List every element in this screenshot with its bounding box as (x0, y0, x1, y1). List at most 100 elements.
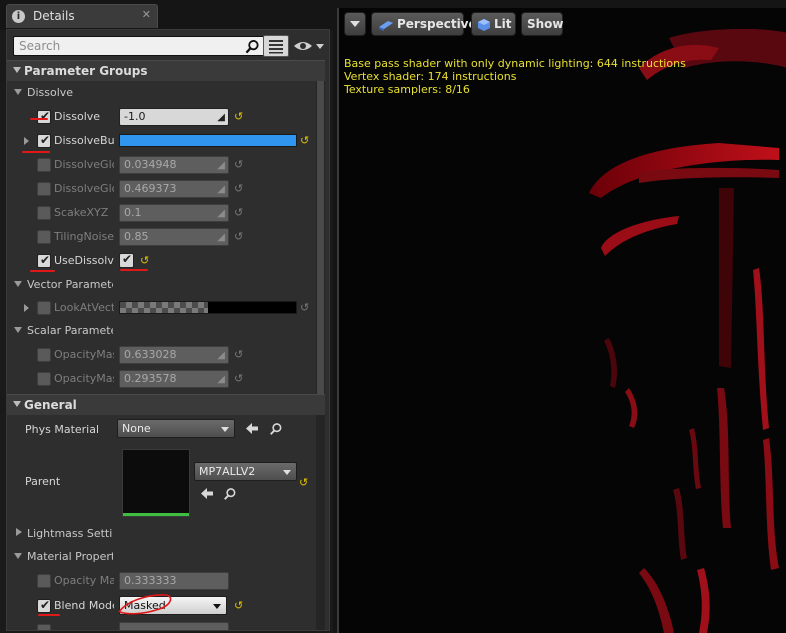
lit-button[interactable]: Lit (471, 12, 516, 36)
parent-dropdown[interactable]: MP7ALLV2 (194, 462, 297, 481)
reset-to-default-icon[interactable]: ↺ (140, 254, 149, 267)
expand-arrow-icon[interactable] (24, 137, 29, 145)
annotation-underline (30, 270, 55, 272)
category-parameter-groups[interactable]: Parameter Groups (7, 60, 325, 81)
drag-handle-icon[interactable]: ◢ (217, 350, 225, 361)
category-general[interactable]: General (7, 394, 325, 415)
group-vector-parameters[interactable]: Vector Paramete (7, 273, 312, 296)
override-checkbox[interactable] (37, 206, 51, 220)
param-value-field[interactable]: 0.034948 ◢ (119, 156, 229, 174)
close-icon[interactable]: ✕ (142, 8, 151, 21)
mesh-preview (589, 28, 786, 633)
param-row-tiling-noise: TilingNoise 0.85 ◢ ↺ (7, 225, 312, 249)
param-value: -1.0 (124, 110, 146, 123)
browse-search-icon[interactable] (269, 422, 283, 436)
param-value-field[interactable]: 0.469373 ◢ (119, 180, 229, 198)
param-value-field[interactable]: -1.0 ◢ (119, 108, 229, 126)
perspective-button[interactable]: Perspective (371, 12, 477, 36)
param-value-field[interactable]: 0.293578 ◢ (119, 370, 229, 388)
drag-handle-icon[interactable]: ◢ (217, 374, 225, 385)
param-value-field[interactable] (119, 622, 229, 630)
browse-search-icon[interactable] (223, 487, 237, 501)
shader-stats-line: Vertex shader: 174 instructions (344, 70, 517, 83)
group-lightmass-settings[interactable]: Lightmass Settin (7, 522, 312, 545)
reset-to-default-icon[interactable]: ↺ (299, 476, 308, 489)
param-label: Opacity Ma (54, 574, 114, 587)
category-label: General (24, 398, 77, 412)
reset-to-default-icon[interactable]: ↺ (234, 110, 243, 123)
param-value-field[interactable]: 0.85 ◢ (119, 228, 229, 246)
reset-to-default-icon[interactable]: ↺ (234, 230, 243, 243)
details-scrollbar[interactable] (316, 62, 325, 630)
group-label: Dissolve (27, 86, 74, 99)
drag-handle-icon[interactable]: ◢ (217, 160, 225, 171)
param-row-opacity-mask-2: OpacityMas 0.293578 ◢ ↺ (7, 367, 312, 391)
shader-stats-line: Base pass shader with only dynamic light… (344, 57, 686, 70)
override-checkbox[interactable]: ✔ (37, 133, 51, 148)
search-input[interactable] (14, 37, 240, 55)
viewport[interactable]: Perspective Lit Show Base pass shader wi… (337, 8, 786, 633)
param-value-checkbox[interactable]: ✔ (119, 252, 134, 268)
reset-to-default-icon[interactable]: ↺ (234, 182, 243, 195)
expand-arrow-icon[interactable] (24, 304, 29, 312)
param-value-field[interactable]: 0.1 ◢ (119, 204, 229, 222)
param-value-field[interactable]: 0.333333 (119, 572, 229, 590)
color-swatch[interactable] (119, 134, 297, 147)
drag-handle-icon[interactable]: ◢ (217, 112, 225, 123)
use-selected-arrow-icon[interactable] (245, 422, 259, 435)
drag-handle-icon[interactable]: ◢ (217, 208, 225, 219)
collapse-arrow-icon (13, 67, 21, 73)
group-material-properties[interactable]: Material Propert (7, 545, 312, 568)
show-button[interactable]: Show (521, 12, 564, 36)
param-value: 0.85 (124, 230, 149, 243)
group-label: Lightmass Settin (27, 527, 113, 540)
override-checkbox[interactable] (37, 574, 51, 588)
reset-to-default-icon[interactable]: ↺ (300, 301, 309, 314)
annotation-underline (30, 118, 48, 120)
chevron-down-icon (283, 470, 291, 475)
group-scalar-parameters[interactable]: Scalar Paramete (7, 319, 312, 342)
collapse-arrow-icon (14, 89, 22, 95)
drag-handle-icon[interactable]: ◢ (217, 232, 225, 243)
phys-material-dropdown[interactable]: None (117, 419, 235, 438)
group-label: Material Propert (27, 550, 113, 563)
param-value-field[interactable]: 0.633028 ◢ (119, 346, 229, 364)
reset-to-default-icon[interactable]: ↺ (300, 134, 309, 147)
parent-label: Parent (25, 475, 61, 488)
reset-to-default-icon[interactable]: ↺ (234, 206, 243, 219)
collapse-arrow-icon (14, 553, 22, 559)
reset-to-default-icon[interactable]: ↺ (234, 158, 243, 171)
param-row-dissolve: ✔ Dissolve -1.0 ◢ ↺ (7, 105, 312, 129)
override-checkbox[interactable]: ✔ (37, 598, 51, 613)
param-label: DissolveGlo (54, 158, 114, 171)
viewport-options-button[interactable] (344, 12, 366, 36)
param-label: TilingNoise (54, 230, 114, 243)
use-selected-arrow-icon[interactable] (200, 487, 214, 500)
category-label: Parameter Groups (24, 64, 148, 78)
group-dissolve[interactable]: Dissolve (7, 81, 312, 104)
param-row-look-at-vector: LookAtVect ↺ (7, 296, 312, 320)
details-tab[interactable]: i Details ✕ (6, 4, 158, 28)
collapse-arrow-icon (14, 327, 22, 333)
view-options-button[interactable] (293, 38, 325, 54)
color-swatch[interactable] (119, 301, 297, 314)
override-checkbox[interactable]: ✔ (37, 109, 51, 124)
drag-handle-icon[interactable]: ◢ (217, 184, 225, 195)
reset-to-default-icon[interactable]: ↺ (234, 372, 243, 385)
override-checkbox[interactable] (37, 301, 51, 315)
override-checkbox[interactable] (37, 624, 51, 630)
reset-to-default-icon[interactable]: ↺ (234, 348, 243, 361)
override-checkbox[interactable] (37, 372, 51, 386)
override-checkbox[interactable] (37, 230, 51, 244)
override-checkbox[interactable] (37, 158, 51, 172)
property-matrix-button[interactable] (263, 35, 289, 57)
scrollbar-thumb[interactable] (317, 64, 324, 399)
override-checkbox[interactable] (37, 348, 51, 362)
check-icon: ✔ (40, 598, 51, 612)
override-checkbox[interactable]: ✔ (37, 253, 51, 268)
search-icon[interactable] (245, 39, 260, 54)
override-checkbox[interactable] (37, 182, 51, 196)
reset-to-default-icon[interactable]: ↺ (234, 599, 243, 612)
param-value: 0.1 (124, 206, 142, 219)
parent-thumbnail[interactable] (122, 449, 190, 517)
